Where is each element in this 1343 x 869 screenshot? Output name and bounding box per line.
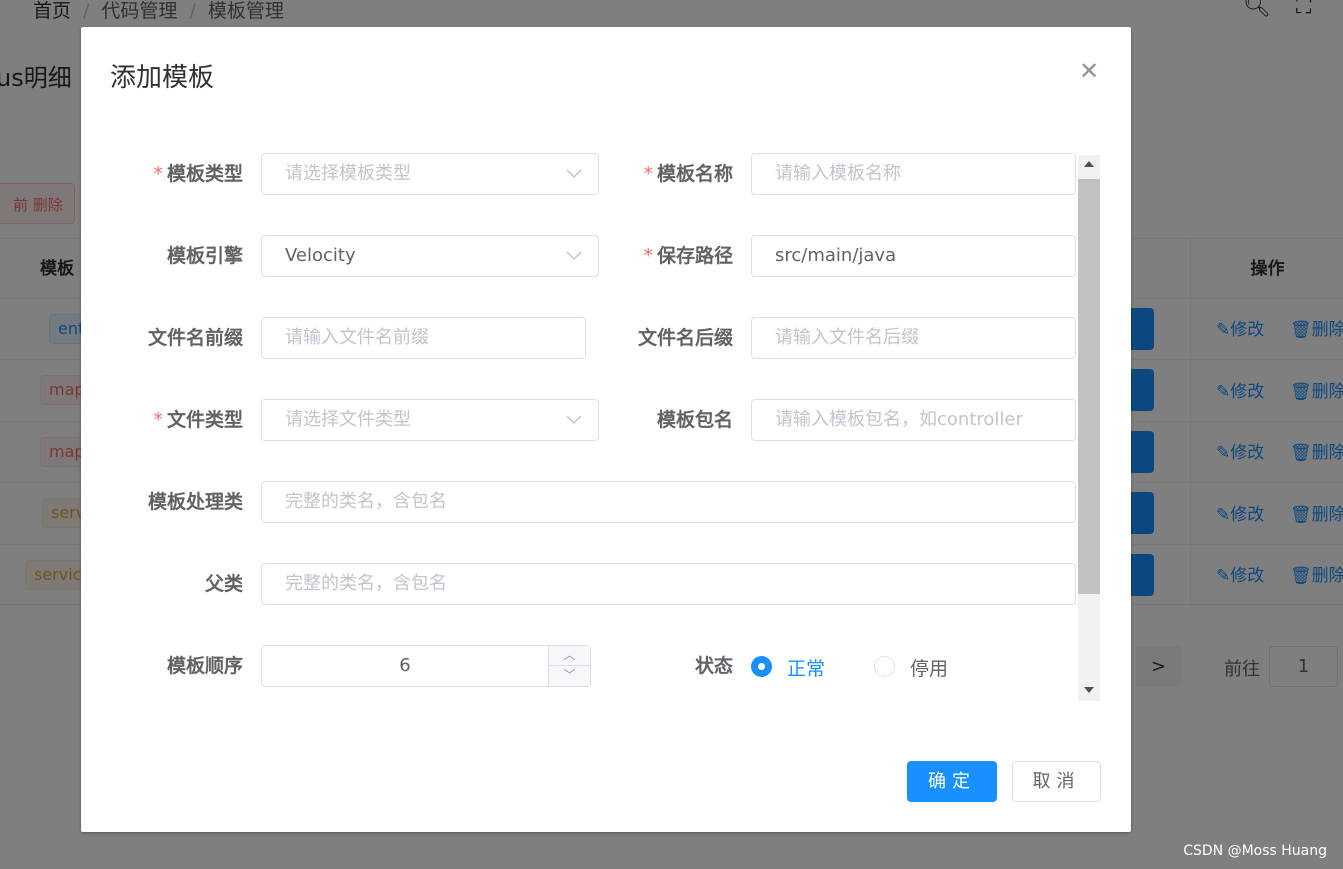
radio-disabled-label[interactable]: 停用 bbox=[910, 654, 948, 681]
template-name-input[interactable]: 请输入模板名称 bbox=[751, 153, 1076, 195]
save-path-input[interactable]: src/main/java bbox=[751, 235, 1076, 277]
template-type-select[interactable]: 请选择模板类型 bbox=[261, 153, 599, 195]
file-suffix-input[interactable]: 请输入文件名后缀 bbox=[751, 317, 1076, 359]
order-label: 模板顺序 bbox=[166, 655, 243, 677]
parent-class-input[interactable]: 完整的类名，含包名 bbox=[261, 563, 1076, 605]
chevron-down-icon bbox=[566, 400, 582, 440]
file-prefix-input[interactable]: 请输入文件名前缀 bbox=[261, 317, 586, 359]
chevron-down-icon bbox=[566, 236, 582, 276]
status-label: 状态 bbox=[694, 655, 733, 677]
close-icon[interactable]: ✕ bbox=[1079, 57, 1099, 85]
template-name-label: * 模板名称 bbox=[643, 163, 733, 185]
file-type-select[interactable]: 请选择文件类型 bbox=[261, 399, 599, 441]
decrease-icon[interactable]: ﹀ bbox=[548, 666, 590, 686]
template-type-label: * 模板类型 bbox=[153, 163, 243, 185]
confirm-button[interactable]: 确定 bbox=[907, 761, 997, 802]
cancel-button[interactable]: 取消 bbox=[1012, 761, 1101, 802]
radio-disabled[interactable] bbox=[874, 656, 895, 677]
parent-class-label: 父类 bbox=[204, 573, 243, 595]
template-engine-select[interactable]: Velocity bbox=[261, 235, 599, 277]
file-suffix-label: 文件名后缀 bbox=[637, 327, 733, 349]
watermark: CSDN @Moss Huang bbox=[1183, 843, 1327, 859]
radio-normal-label[interactable]: 正常 bbox=[787, 654, 825, 681]
template-engine-label: 模板引擎 bbox=[166, 245, 243, 267]
handler-class-label: 模板处理类 bbox=[147, 491, 243, 513]
order-number-input[interactable]: 6 ︿ ﹀ bbox=[261, 645, 591, 687]
package-name-label: 模板包名 bbox=[656, 409, 733, 431]
scrollbar-thumb[interactable] bbox=[1078, 179, 1100, 594]
form-scrollbar[interactable] bbox=[1078, 155, 1100, 701]
save-path-label: * 保存路径 bbox=[643, 245, 733, 267]
chevron-down-icon bbox=[566, 154, 582, 194]
add-template-dialog: 添加模板 ✕ * 模板类型 请选择模板类型 * 模板名称 请输入模板名称 模板引擎 … bbox=[81, 27, 1131, 832]
handler-class-input[interactable]: 完整的类名，含包名 bbox=[261, 481, 1076, 523]
scroll-down-icon[interactable] bbox=[1084, 687, 1094, 693]
scroll-up-icon[interactable] bbox=[1084, 161, 1094, 167]
status-radio-group: 正常 停用 bbox=[751, 645, 991, 687]
increase-icon[interactable]: ︿ bbox=[548, 646, 590, 666]
package-name-input[interactable]: 请输入模板包名，如controller bbox=[751, 399, 1076, 441]
radio-normal[interactable] bbox=[751, 656, 772, 677]
dialog-title: 添加模板 bbox=[110, 63, 215, 93]
file-prefix-label: 文件名前缀 bbox=[147, 327, 243, 349]
file-type-label: * 文件类型 bbox=[153, 409, 243, 431]
